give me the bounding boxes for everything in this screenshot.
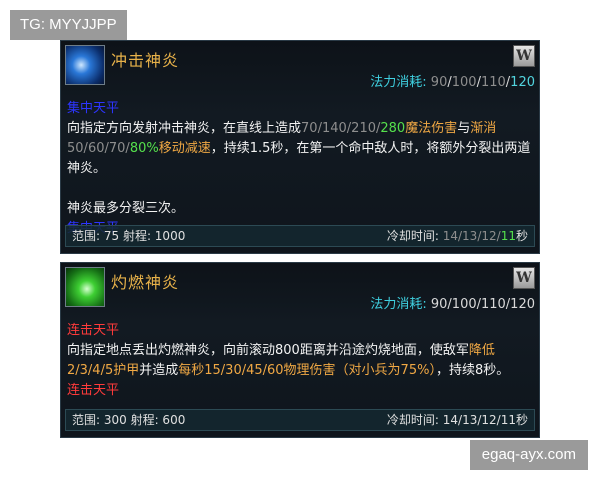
ability-tooltip-2: 灼燃神炎 W 法力消耗: 90/100/110/120 连击天平 向指定地点丢出…	[60, 262, 540, 438]
mana-cost-rank-3: 110	[480, 75, 506, 90]
ability-header: 冲击神炎 W 法力消耗: 90/100/110/120	[61, 41, 539, 99]
ability-description: 连击天平 向指定地点丢出灼燃神炎，向前滚动800距离并沿途灼烧地面，使敌军降低2…	[61, 321, 539, 401]
damage-per-second: 每秒15/30/45/60物理伤害（对小兵为75%）	[178, 363, 436, 378]
ability-footer: 范围: 75 射程: 1000 冷却时间: 14/13/12/11秒	[65, 225, 535, 247]
green-flame-icon	[65, 267, 105, 307]
mana-cost-rank-2: 100	[451, 75, 477, 90]
damage-rank-3: 210	[351, 121, 376, 136]
cooldown-text: 冷却时间: 14/13/12/11秒	[386, 229, 528, 243]
slow-rank-4: 80%	[129, 141, 159, 156]
description-paragraph: 向指定地点丢出灼燃神炎，向前滚动800距离并沿途灼烧地面，使敌军降低2/3/4/…	[67, 341, 533, 381]
cooldown-text: 冷却时间: 14/13/12/11秒	[386, 413, 528, 427]
ability-description: 集中天平 向指定方向发射冲击神炎，在直线上造成70/140/210/280魔法伤…	[61, 99, 539, 239]
damage-rank-4: 280	[380, 121, 406, 136]
ability-tooltip-1: 冲击神炎 W 法力消耗: 90/100/110/120 集中天平 向指定方向发射…	[60, 40, 540, 254]
slow-rank-3: 70	[108, 141, 126, 156]
mana-cost: 法力消耗: 90/100/110/120	[370, 75, 535, 90]
mana-cost: 法力消耗: 90/100/110/120	[370, 293, 535, 312]
ability-name: 冲击神炎	[111, 51, 180, 70]
stance-tag: 集中天平	[67, 101, 120, 116]
watermark-bottom: egaq-ayx.com	[469, 440, 588, 470]
mana-cost-values: 90/100/110/120	[430, 297, 535, 312]
mana-cost-label: 法力消耗:	[370, 75, 427, 90]
damage-rank-2: 140	[321, 121, 347, 136]
cooldown-unit: 秒	[515, 229, 528, 243]
watermark-top: TG: MYYJJPP	[10, 10, 127, 40]
desc-and: 与	[457, 121, 471, 136]
ability-footer: 范围: 300 射程: 600 冷却时间: 14/13/12/11秒	[65, 409, 535, 431]
slow-word: 渐消	[470, 121, 497, 136]
description-paragraph-2: 神炎最多分裂三次。	[67, 201, 185, 216]
mana-cost-rank-4: 120	[510, 75, 535, 90]
desc-text-3: ，持续8秒。	[435, 363, 510, 378]
damage-rank-1: 70	[301, 121, 318, 136]
cooldown-rank-3: 12	[481, 229, 497, 243]
range-text: 范围: 75 射程: 1000	[72, 229, 186, 243]
slow-label: 移动减速	[158, 141, 211, 156]
slow-rank-1: 50	[67, 141, 84, 156]
cooldown-rank-2: 13	[462, 229, 478, 243]
cooldown-rank-4: 11	[500, 229, 516, 243]
damage-label: 魔法伤害	[405, 121, 458, 136]
stance-tag: 连击天平	[67, 323, 120, 338]
desc-text: 向指定地点丢出灼燃神炎，向前滚动800距离并沿途灼烧地面，使敌军	[67, 343, 469, 358]
ability-header: 灼燃神炎 W 法力消耗: 90/100/110/120	[61, 263, 539, 321]
slow-rank-2: 60	[87, 141, 105, 156]
hotkey-badge: W	[513, 45, 535, 67]
cooldown-rank-1: 14	[442, 229, 458, 243]
desc-text: 向指定方向发射冲击神炎，在直线上造成	[67, 121, 302, 136]
ability-name: 灼燃神炎	[111, 273, 180, 292]
desc-text-2: 并造成	[139, 363, 179, 378]
description-paragraph: 向指定方向发射冲击神炎，在直线上造成70/140/210/280魔法伤害与渐消5…	[67, 121, 531, 176]
mana-cost-label: 法力消耗:	[370, 297, 427, 312]
hotkey-badge: W	[513, 267, 535, 289]
stance-tag-2: 连击天平	[67, 383, 120, 398]
range-text: 范围: 300 射程: 600	[72, 413, 186, 427]
cooldown-label: 冷却时间:	[386, 229, 439, 243]
blue-lightning-icon	[65, 45, 105, 85]
mana-cost-rank-1: 90	[430, 75, 448, 90]
